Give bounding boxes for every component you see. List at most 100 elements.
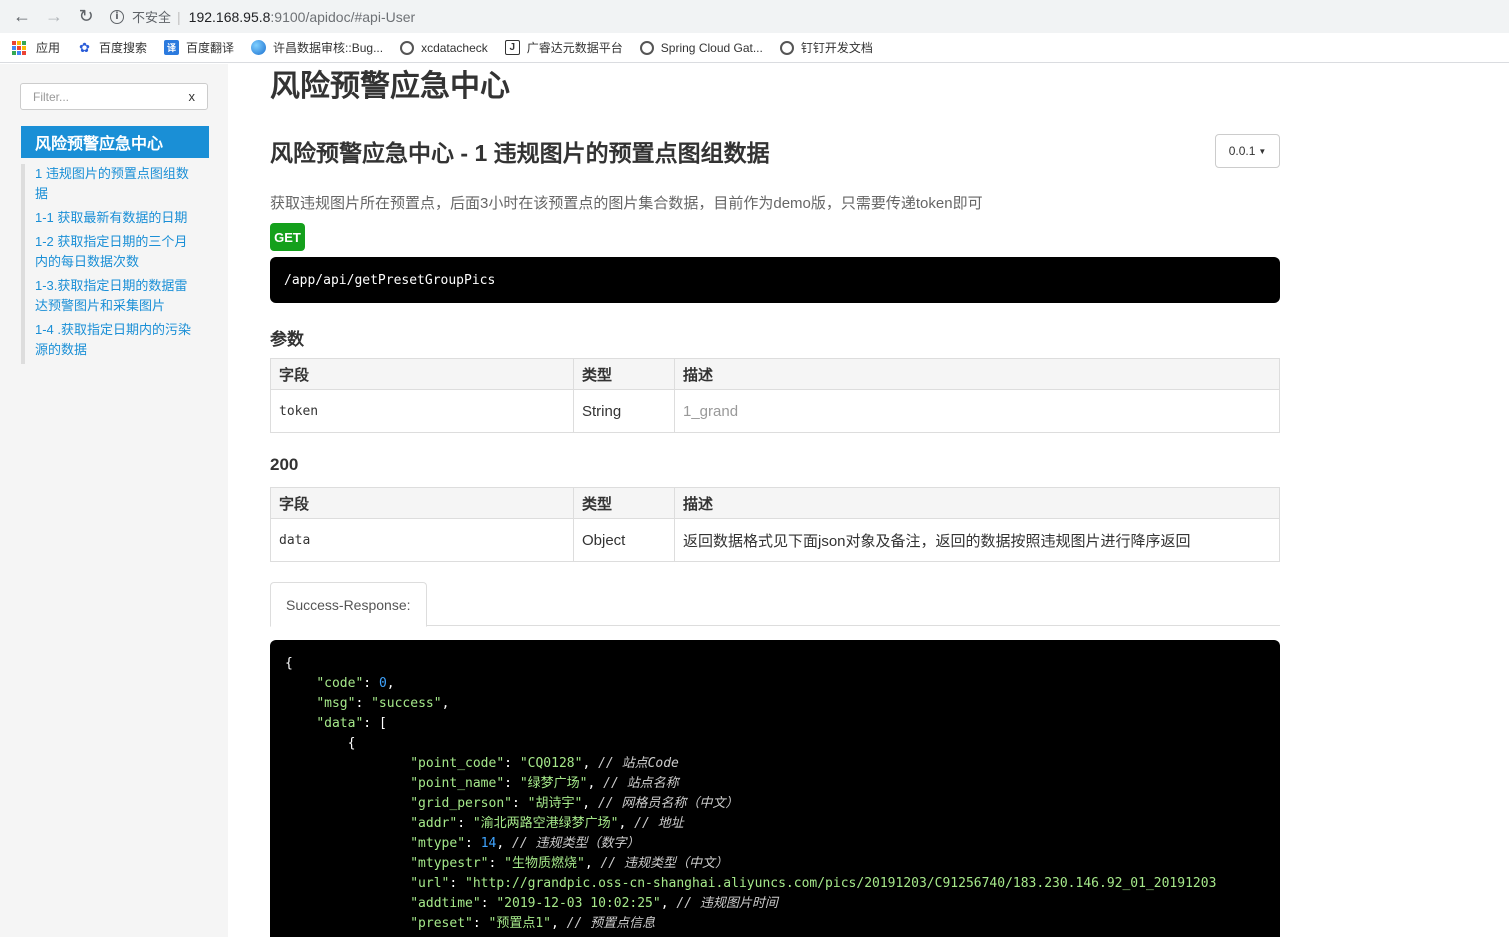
column-header: 类型	[573, 487, 675, 519]
bookmark-xcdatacheck[interactable]: xcdatacheck	[400, 40, 488, 55]
code-string: "渝北两路空港绿梦广场"	[472, 816, 619, 831]
type-cell: String	[573, 389, 675, 433]
code-comment: // 站点名称	[603, 776, 679, 791]
nav-item[interactable]: 1-3.获取指定日期的数据雷达预警图片和采集图片	[35, 276, 199, 316]
bookmark-apps[interactable]: 应用	[12, 39, 60, 56]
site-icon	[400, 40, 415, 55]
bookmark-label: 许昌数据审核::Bug...	[273, 41, 384, 55]
info-icon[interactable]: i	[110, 9, 124, 24]
field-cell: token	[270, 389, 574, 433]
code-key: "addr"	[410, 816, 458, 831]
bookmark-label: 百度搜索	[99, 41, 148, 55]
table-row: data Object 返回数据格式见下面json对象及备注，返回的数据按照违规…	[270, 518, 1280, 562]
code-line: "msg": "success",	[316, 696, 450, 711]
site-icon	[779, 40, 794, 55]
globe-icon	[251, 40, 267, 55]
code-text: {	[285, 656, 293, 671]
field-cell: data	[270, 518, 574, 562]
bookmark-bug-tracker[interactable]: 许昌数据审核::Bug...	[251, 39, 383, 56]
code-line: "data": [	[316, 716, 387, 731]
code-line: {	[285, 734, 1280, 754]
api-description: 获取违规图片所在预置点，后面3小时在该预置点的图片集合数据，目前作为demo版，…	[270, 195, 983, 212]
nav-item[interactable]: 1-4 .获取指定日期内的污染源的数据	[35, 320, 199, 360]
nav-item[interactable]: 1-1 获取最新有数据的日期	[35, 208, 199, 228]
bookmarks-bar: 应用 ✿ 百度搜索 译 百度翻译 许昌数据审核::Bug... xcdatach…	[0, 33, 1509, 63]
version-dropdown[interactable]: 0.0.1 ▼	[1215, 134, 1280, 168]
column-header: 描述	[674, 358, 1280, 390]
code-key: "preset"	[410, 916, 473, 931]
code-line: "addr": "渝北两路空港绿梦广场", // 地址	[410, 816, 684, 831]
api-title: 风险预警应急中心 - 1 违规图片的预置点图组数据	[270, 140, 770, 166]
url-separator: |	[177, 8, 181, 25]
bookmark-label: xcdatacheck	[421, 40, 488, 55]
bookmark-label: Spring Cloud Gat...	[660, 40, 763, 55]
method-badge: GET	[270, 223, 305, 251]
group-title: 风险预警应急中心	[270, 70, 510, 103]
bookmark-baidu-translate[interactable]: 译 百度翻译	[164, 39, 234, 56]
code-key: "mtypestr"	[410, 856, 489, 871]
code-text: {	[347, 736, 356, 751]
description-cell: 1_grand	[674, 389, 1280, 433]
tab-success-response[interactable]: Success-Response:	[270, 582, 427, 627]
description-cell: 返回数据格式见下面json对象及备注，返回的数据按照违规图片进行降序返回	[674, 518, 1280, 562]
endpoint-url: /app/api/getPresetGroupPics	[270, 257, 1280, 303]
code-string: "生物质燃烧"	[504, 856, 585, 871]
response-tabs: Success-Response:	[270, 582, 1280, 627]
code-text: [	[378, 716, 387, 731]
column-header: 描述	[674, 487, 1280, 519]
address-bar[interactable]: i 不安全 | 192.168.95.8:9100/apidoc/#api-Us…	[110, 4, 415, 29]
code-comment: // 违规类型（数字）	[512, 836, 640, 851]
j-icon: J	[504, 40, 520, 55]
bookmark-label: 百度翻译	[186, 41, 235, 55]
bookmark-spring-cloud[interactable]: Spring Cloud Gat...	[639, 40, 763, 55]
nav-group-header[interactable]: 风险预警应急中心	[21, 126, 209, 158]
code-string: "胡诗宇"	[527, 796, 583, 811]
apps-grid-icon	[12, 40, 26, 55]
code-line: "point_name": "绿梦广场", // 站点名称	[410, 776, 679, 791]
insecure-label: 不安全	[132, 10, 172, 25]
code-key: "addtime"	[410, 896, 481, 911]
bookmark-metadata-platform[interactable]: J 广睿达元数据平台	[504, 39, 623, 56]
code-key: "point_code"	[410, 756, 505, 771]
reload-icon[interactable]: ↻	[70, 1, 102, 33]
caret-down-icon: ▼	[1258, 146, 1267, 156]
code-string: "预置点1"	[488, 916, 551, 931]
url-host: 192.168.95.8	[188, 8, 271, 25]
back-arrow-icon[interactable]: ←	[6, 1, 38, 33]
code-number: 0	[378, 676, 387, 691]
nav-item[interactable]: 1 违规图片的预置点图组数据	[35, 164, 199, 204]
type-cell: Object	[573, 518, 675, 562]
code-line: "point_code": "CQ0128", // 站点Code	[410, 756, 679, 771]
sidebar: Filter... x 风险预警应急中心 1 违规图片的预置点图组数据 1-1 …	[0, 64, 228, 937]
response-code-block: { "code": 0, "msg": "success", "data": […	[270, 640, 1280, 937]
code-line: "mtype": 14, // 违规类型（数字）	[410, 836, 640, 851]
code-comment: // 地址	[634, 816, 684, 831]
table-row: token String 1_grand	[270, 389, 1280, 433]
code-string: "绿梦广场"	[519, 776, 588, 791]
code-line: {	[285, 654, 1280, 674]
code-number: 14	[480, 836, 497, 851]
code-comment: // 违规类型（中文）	[600, 856, 728, 871]
code-key: "data"	[316, 716, 364, 731]
code-string: "2019-12-03 10:02:25"	[496, 896, 661, 911]
code-key: "code"	[316, 676, 364, 691]
code-line: "url": "http://grandpic.oss-cn-shanghai.…	[410, 876, 1217, 891]
bookmark-baidu-search[interactable]: ✿ 百度搜索	[77, 39, 147, 56]
bookmark-label: 钉钉开发文档	[800, 41, 873, 55]
filter-placeholder: Filter...	[33, 89, 70, 104]
code-string: "http://grandpic.oss-cn-shanghai.aliyunc…	[465, 876, 1217, 891]
browser-toolbar: ← → ↻ i 不安全 | 192.168.95.8:9100/apidoc/#…	[0, 0, 1509, 33]
nav-list: 1 违规图片的预置点图组数据 1-1 获取最新有数据的日期 1-2 获取指定日期…	[21, 164, 209, 364]
nav-item[interactable]: 1-2 获取指定日期的三个月内的每日数据次数	[35, 232, 199, 272]
code-line: "grid_person": "胡诗宇", // 网格员名称（中文）	[410, 796, 739, 811]
forward-arrow-icon[interactable]: →	[38, 1, 70, 33]
filter-input[interactable]: Filter... x	[20, 83, 208, 110]
code-string: "success"	[371, 696, 442, 711]
filter-clear-button[interactable]: x	[189, 89, 196, 104]
params-table: 字段 类型 描述 token String 1_grand	[270, 358, 1280, 433]
column-header: 字段	[270, 358, 574, 390]
code-line: "code": 0,	[316, 676, 395, 691]
bookmark-dingtalk-docs[interactable]: 钉钉开发文档	[779, 39, 873, 56]
code-line: "mtypestr": "生物质燃烧", // 违规类型（中文）	[410, 856, 728, 871]
code-string: "CQ0128"	[519, 756, 583, 771]
